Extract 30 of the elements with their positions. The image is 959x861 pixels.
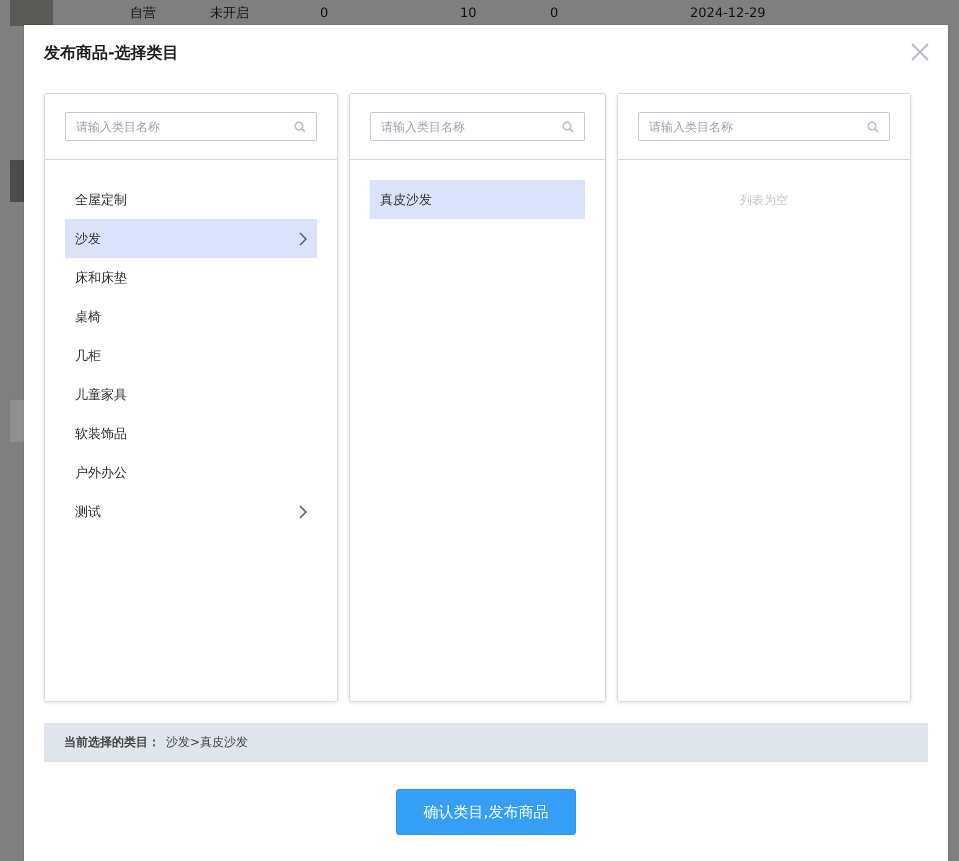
- table-cell-text: 0: [550, 6, 560, 20]
- search-field[interactable]: 请输入类目名称: [370, 112, 585, 141]
- table-cell-text: 自营: [130, 5, 157, 22]
- photo-placeholder: [10, 0, 53, 26]
- category-item[interactable]: 桌椅: [65, 297, 317, 336]
- category-item[interactable]: 床和床垫: [65, 258, 317, 297]
- category-item[interactable]: 软装饰品: [65, 414, 317, 453]
- category-item[interactable]: 户外办公: [65, 453, 317, 492]
- table-cell-text: 未开启: [210, 5, 250, 22]
- photo-placeholder: [10, 160, 24, 202]
- selection-label: 当前选择的类目：: [64, 734, 160, 751]
- dialog-title: 发布商品-选择类目: [44, 42, 179, 64]
- search-field[interactable]: 请输入类目名称: [65, 112, 317, 141]
- table-cell-text: 10: [460, 6, 478, 20]
- search-field[interactable]: 请输入类目名称: [638, 112, 890, 141]
- table-cell-text: 0: [320, 6, 330, 20]
- table-cell-text: 2024-12-29: [690, 6, 767, 20]
- search-icon: [294, 121, 306, 133]
- category-item[interactable]: 儿童家具: [65, 375, 317, 414]
- close-icon[interactable]: [910, 42, 930, 62]
- search-icon: [562, 121, 574, 133]
- search-icon: [867, 121, 879, 133]
- category-item[interactable]: 沙发: [65, 219, 317, 258]
- photo-placeholder: [10, 400, 24, 442]
- category-item[interactable]: 几柜: [65, 336, 317, 375]
- selection-path: 沙发>真皮沙发: [166, 734, 248, 751]
- category-item[interactable]: 测试: [65, 492, 317, 531]
- category-item[interactable]: 真皮沙发: [370, 180, 585, 219]
- empty-list-text: 列表为空: [739, 192, 789, 209]
- category-item[interactable]: 全屋定制: [65, 180, 317, 219]
